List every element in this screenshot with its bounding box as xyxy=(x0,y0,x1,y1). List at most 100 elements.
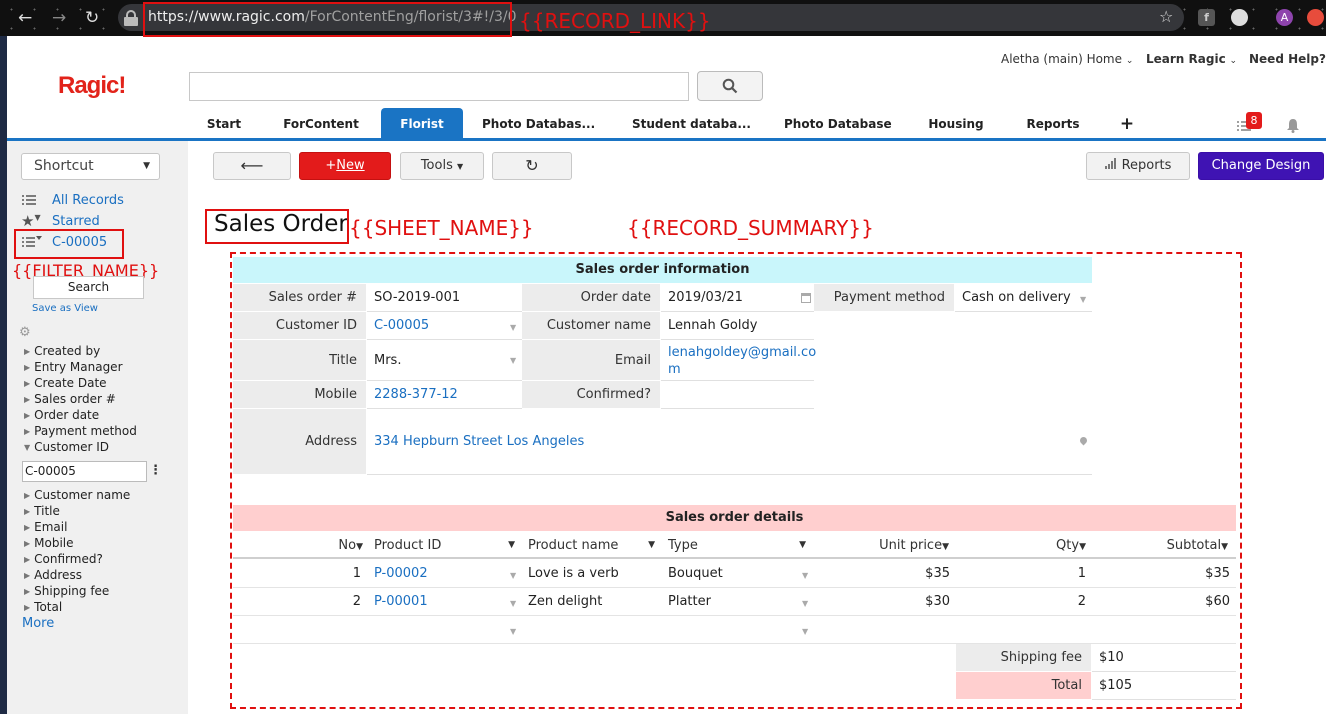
filter-field-order-date[interactable]: ▶ Order date xyxy=(24,408,99,422)
column-label: Product ID xyxy=(374,538,442,553)
filter-field-shipping-fee[interactable]: ▶ Shipping fee xyxy=(24,584,109,598)
back-button[interactable]: ⟵ xyxy=(213,152,291,180)
ragic-logo[interactable]: Ragic! xyxy=(58,72,126,100)
dropdown-caret-icon[interactable]: ▼ xyxy=(510,599,516,608)
column-header-subtotal[interactable]: Subtotal▼ xyxy=(1092,532,1236,559)
tab-reports[interactable]: Reports xyxy=(1022,108,1084,139)
customer-id-dropdown-icon[interactable]: ▼ xyxy=(510,323,516,332)
filter-field-label: Customer name xyxy=(34,488,131,502)
bell-icon[interactable] xyxy=(1286,118,1300,133)
tab-housing[interactable]: Housing xyxy=(928,108,984,139)
filter-field-created-by[interactable]: ▶ Created by xyxy=(24,344,100,358)
dropdown-caret-icon[interactable]: ▼ xyxy=(802,571,808,580)
customer-id-value[interactable]: C-00005 xyxy=(367,312,522,340)
back-arrow-icon[interactable]: ← xyxy=(18,7,32,29)
cell-unit-price: $30 xyxy=(925,594,950,609)
global-search-input[interactable] xyxy=(189,72,689,101)
customer-id-filter-input[interactable]: C-00005 xyxy=(22,461,147,482)
desktop-edge xyxy=(0,36,7,714)
payment-method-value[interactable]: Cash on delivery xyxy=(955,284,1092,312)
starred-link[interactable]: Starred xyxy=(52,214,100,229)
profile-avatar[interactable]: A xyxy=(1276,9,1293,26)
sales-order-number-label: Sales order # xyxy=(233,284,367,312)
column-header-product-name[interactable]: Product name ▼ xyxy=(521,532,661,559)
tab-photo-database[interactable]: Photo Database xyxy=(784,108,892,139)
sidebar-search-button[interactable]: Search xyxy=(33,276,144,299)
change-design-button[interactable]: Change Design xyxy=(1198,152,1324,180)
filter-field-total[interactable]: ▶ Total xyxy=(24,600,62,614)
expand-triangle-icon: ▶ xyxy=(24,539,31,548)
cell-product-id[interactable]: P-00001 xyxy=(374,594,428,609)
more-fields-link[interactable]: More xyxy=(22,616,54,631)
column-header-qty[interactable]: Qty▼ xyxy=(955,532,1092,559)
filter-field-title[interactable]: ▶ Title xyxy=(24,504,60,518)
more-options-icon[interactable]: ⋮ xyxy=(149,463,162,478)
refresh-button[interactable]: ↻ xyxy=(492,152,572,180)
address-value[interactable]: 334 Hepburn Street Los Angeles xyxy=(367,409,1092,475)
cell-product-id[interactable]: P-00002 xyxy=(374,566,428,581)
title-value[interactable]: Mrs. xyxy=(367,340,522,381)
learn-ragic-menu[interactable]: Learn Ragic ⌄ xyxy=(1146,52,1237,66)
column-header-unit-price[interactable]: Unit price▼ xyxy=(814,532,955,559)
filter-field-label: Sales order # xyxy=(34,392,116,406)
facebook-extension-icon[interactable]: f xyxy=(1198,9,1215,26)
filter-field-email[interactable]: ▶ Email xyxy=(24,520,67,534)
filter-field-create-date[interactable]: ▶ Create Date xyxy=(24,376,107,390)
payment-dropdown-icon[interactable]: ▼ xyxy=(1080,295,1086,304)
mobile-value[interactable]: 2288-377-12 xyxy=(367,381,522,409)
account-menu[interactable]: Aletha (main) Home ⌄ xyxy=(1001,52,1133,66)
new-record-button[interactable]: +New xyxy=(299,152,391,180)
filter-field-sales-order[interactable]: ▶ Sales order # xyxy=(24,392,116,406)
filter-field-customer-id[interactable]: ▼ Customer ID xyxy=(24,440,109,454)
filter-field-customer-name[interactable]: ▶ Customer name xyxy=(24,488,130,502)
tab-forcontent[interactable]: ForContent xyxy=(276,108,366,139)
column-header-product-id[interactable]: Product ID ▼ xyxy=(367,532,521,559)
title-dropdown-icon[interactable]: ▼ xyxy=(510,356,516,365)
shipping-fee-value[interactable]: $10 xyxy=(1092,644,1236,672)
bookmark-star-icon[interactable]: ☆ xyxy=(1159,7,1173,26)
order-date-value[interactable]: 2019/03/21 xyxy=(661,284,814,312)
tools-dropdown-button[interactable]: Tools ▼ xyxy=(400,152,484,180)
total-value: $105 xyxy=(1092,672,1236,700)
confirmed-value[interactable] xyxy=(661,381,814,409)
all-records-link[interactable]: All Records xyxy=(52,193,124,208)
cell-qty: 2 xyxy=(1077,594,1086,609)
dropdown-caret-icon[interactable]: ▼ xyxy=(802,627,808,636)
tab-photo-databas[interactable]: Photo Databas... xyxy=(482,108,595,139)
reports-button[interactable]: Reports xyxy=(1086,152,1190,180)
reload-icon[interactable]: ↻ xyxy=(85,7,99,29)
dropdown-caret-icon[interactable]: ▼ xyxy=(802,599,808,608)
shortcut-label: Shortcut xyxy=(34,158,94,174)
column-header-type[interactable]: Type ▼ xyxy=(661,532,814,559)
column-label: Product name xyxy=(528,538,619,553)
extension-icon[interactable] xyxy=(1231,9,1248,26)
filter-field-address[interactable]: ▶ Address xyxy=(24,568,82,582)
tab-student-databa[interactable]: Student databa... xyxy=(632,108,751,139)
customer-name-value[interactable]: Lennah Goldy xyxy=(661,312,814,340)
filter-field-mobile[interactable]: ▶ Mobile xyxy=(24,536,74,550)
forward-arrow-icon[interactable]: → xyxy=(52,7,66,29)
tab-start[interactable]: Start xyxy=(190,108,258,139)
dropdown-caret-icon[interactable]: ▼ xyxy=(510,627,516,636)
calendar-icon[interactable] xyxy=(801,293,811,303)
tab-florist[interactable]: Florist xyxy=(381,108,463,139)
add-tab-button[interactable]: + xyxy=(1116,108,1138,139)
filter-field-confirmed[interactable]: ▶ Confirmed? xyxy=(24,552,103,566)
email-value[interactable]: lenahgoldey@gmail.co m xyxy=(661,340,816,381)
dropdown-caret-icon[interactable]: ▼ xyxy=(510,571,516,580)
empty-table-row[interactable] xyxy=(233,616,1236,644)
filter-field-entry-manager[interactable]: ▶ Entry Manager xyxy=(24,360,123,374)
sales-order-number-value[interactable]: SO-2019-001 xyxy=(367,284,522,312)
shortcut-dropdown[interactable]: Shortcut ▼ xyxy=(21,153,160,180)
column-label: Unit price xyxy=(879,538,943,553)
save-as-view-link[interactable]: Save as View xyxy=(32,303,98,314)
gear-icon[interactable]: ⚙ xyxy=(19,325,31,340)
chevron-down-icon: ⌄ xyxy=(1125,56,1134,66)
list-icon xyxy=(22,194,36,206)
need-help-link[interactable]: Need Help? xyxy=(1249,52,1326,66)
filter-field-payment-method[interactable]: ▶ Payment method xyxy=(24,424,137,438)
column-header-no[interactable]: No▼ xyxy=(233,532,367,559)
extension-icon-red[interactable] xyxy=(1307,9,1324,26)
shipping-fee-label: Shipping fee xyxy=(956,644,1092,672)
search-button[interactable] xyxy=(697,71,763,101)
